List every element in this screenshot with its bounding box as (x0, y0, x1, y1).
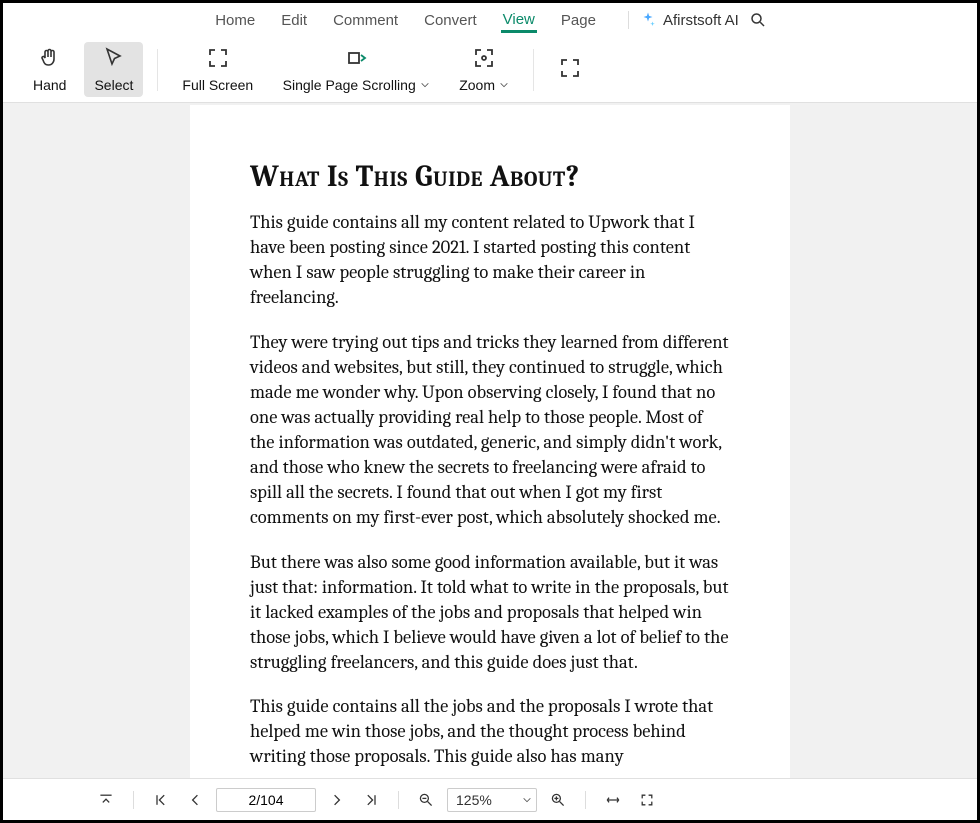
ai-label-text: Afirstsoft AI (663, 12, 739, 29)
zoom-in-button[interactable] (545, 787, 571, 813)
zoom-button[interactable]: Zoom (449, 42, 519, 97)
full-screen-label: Full Screen (182, 77, 253, 93)
page-heading: What Is This Guide About? (250, 159, 730, 194)
tab-view[interactable]: View (501, 7, 537, 33)
next-page-button[interactable] (324, 787, 350, 813)
select-tool-button[interactable]: Select (84, 42, 143, 97)
page-scrolling-icon (344, 46, 368, 73)
ai-assistant-button[interactable]: Afirstsoft AI (639, 11, 739, 29)
document-workspace[interactable]: What Is This Guide About? This guide con… (3, 103, 977, 778)
tab-edit[interactable]: Edit (279, 8, 309, 33)
zoom-icon (472, 46, 496, 73)
separator (628, 11, 629, 29)
last-page-button[interactable] (358, 787, 384, 813)
page-scrolling-label-wrap: Single Page Scrolling (283, 77, 430, 93)
separator (398, 791, 399, 809)
menu-bar: Home Edit Comment Convert View Page Afir… (3, 3, 977, 37)
page-scrolling-button[interactable]: Single Page Scrolling (271, 42, 441, 97)
tab-page[interactable]: Page (559, 8, 598, 33)
scroll-to-top-button[interactable] (93, 787, 119, 813)
status-bar: 125% (3, 778, 977, 820)
fit-page-icon (558, 56, 582, 83)
fit-page-button[interactable] (548, 52, 592, 87)
separator (133, 791, 134, 809)
separator (585, 791, 586, 809)
page-indicator-input[interactable] (216, 788, 316, 812)
chevron-down-icon (420, 80, 430, 90)
zoom-level-value: 125% (456, 792, 492, 808)
paragraph: They were trying out tips and tricks the… (250, 330, 730, 530)
zoom-label-wrap: Zoom (459, 77, 509, 93)
separator (157, 49, 158, 91)
paragraph: But there was also some good information… (250, 550, 730, 675)
hand-tool-button[interactable]: Hand (23, 42, 76, 97)
prev-page-button[interactable] (182, 787, 208, 813)
cursor-icon (102, 46, 126, 73)
zoom-out-button[interactable] (413, 787, 439, 813)
fit-width-button[interactable] (600, 787, 626, 813)
zoom-level-select[interactable]: 125% (447, 788, 537, 812)
page-scrolling-label: Single Page Scrolling (283, 77, 416, 93)
menu-right-cluster: Afirstsoft AI (628, 11, 767, 29)
document-page: What Is This Guide About? This guide con… (190, 105, 790, 778)
fullscreen-icon (206, 46, 230, 73)
hand-label: Hand (33, 77, 66, 93)
menu-tabs: Home Edit Comment Convert View Page (213, 7, 598, 33)
paragraph: This guide contains all the jobs and the… (250, 694, 730, 769)
view-ribbon: Hand Select Full Screen Single Page Scro… (3, 37, 977, 103)
fit-page-status-button[interactable] (634, 787, 660, 813)
paragraph: This guide contains all my content relat… (250, 210, 730, 310)
tab-home[interactable]: Home (213, 8, 257, 33)
full-screen-button[interactable]: Full Screen (172, 42, 263, 97)
chevron-down-icon (522, 795, 532, 805)
tab-comment[interactable]: Comment (331, 8, 400, 33)
tab-convert[interactable]: Convert (422, 8, 479, 33)
first-page-button[interactable] (148, 787, 174, 813)
separator (533, 49, 534, 91)
hand-icon (38, 46, 62, 73)
select-label: Select (94, 77, 133, 93)
chevron-down-icon (499, 80, 509, 90)
sparkle-icon (639, 11, 657, 29)
zoom-label: Zoom (459, 77, 495, 93)
search-button[interactable] (749, 11, 767, 29)
